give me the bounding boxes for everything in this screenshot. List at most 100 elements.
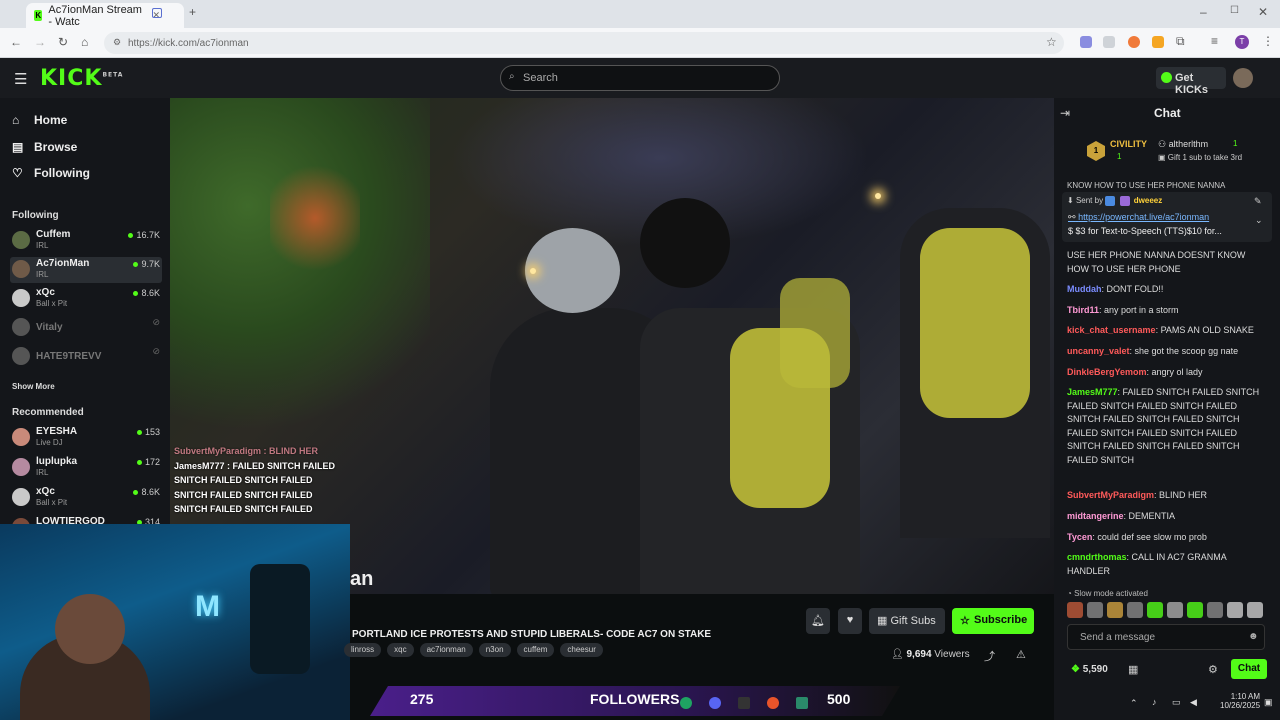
unpin-icon[interactable]: ✎ — [1254, 196, 1262, 207]
chat-message[interactable]: midtangerine: DEMENTIA — [1067, 510, 1267, 524]
system-clock[interactable]: 1:10 AM 10/26/2025 — [1220, 692, 1260, 710]
chat-username[interactable]: cmndrthomas — [1067, 552, 1127, 562]
sidebar-item-home[interactable]: ⌂ Home — [12, 113, 67, 127]
network-icon[interactable]: ▭ — [1172, 697, 1181, 708]
video-player[interactable]: SubvertMyParadigm : BLIND HER JamesM777 … — [170, 98, 1054, 594]
volume-icon[interactable]: ◀ — [1190, 697, 1197, 708]
site-info-icon[interactable]: ⚙ — [113, 37, 121, 48]
emote-icon[interactable] — [1067, 602, 1083, 618]
window-close-icon[interactable]: ✕ — [1258, 5, 1268, 19]
chat-message[interactable]: uncanny_valet: she got the scoop gg nate — [1067, 345, 1267, 359]
emote-picker-icon[interactable]: ☻ — [1248, 631, 1259, 642]
follow-button[interactable]: ♥ — [838, 608, 862, 634]
chat-message[interactable]: cmndrthomas: CALL IN AC7 GRANMA HANDLER — [1067, 551, 1267, 578]
user-avatar[interactable] — [1233, 68, 1253, 88]
sidebar-channel-recommended[interactable]: luplupka IRL 172 — [10, 455, 162, 481]
chat-username[interactable]: Tbird11 — [1067, 305, 1099, 315]
chat-message[interactable]: kick_chat_username: PAMS AN OLD SNAKE — [1067, 324, 1267, 338]
emote-icon[interactable] — [1187, 602, 1203, 618]
sidebar-channel-following[interactable]: xQc Ball x Pit 8.6K — [10, 286, 162, 312]
chat-message[interactable]: SubvertMyParadigm: BLIND HER — [1067, 489, 1267, 503]
metamask-icon[interactable] — [1152, 36, 1164, 48]
emote-icon[interactable] — [1247, 602, 1263, 618]
sidebar-channel-following[interactable]: HATE9TREVV ⊘ — [10, 344, 162, 370]
extensions-puzzle-icon[interactable]: ⧉ — [1176, 34, 1185, 49]
reading-list-icon[interactable]: ≡ — [1211, 34, 1218, 48]
kick-logo[interactable]: KICKBETA — [40, 66, 123, 91]
microphone-icon[interactable]: ♪ — [1152, 697, 1157, 707]
sidebar-channel-recommended[interactable]: xQc Ball x Pit 8.6K — [10, 485, 162, 511]
stream-tag[interactable]: xqc — [387, 643, 414, 657]
app-taskbar-icon[interactable] — [767, 697, 779, 709]
extension-icon[interactable] — [1128, 36, 1140, 48]
new-tab-icon[interactable]: + — [189, 5, 196, 19]
sidebar-item-following[interactable]: ♡ Following — [12, 166, 90, 180]
chat-username[interactable]: midtangerine — [1067, 511, 1124, 521]
chat-message[interactable]: USE HER PHONE NANNA DOESNT KNOW HOW TO U… — [1067, 249, 1267, 276]
emote-icon[interactable] — [1227, 602, 1243, 618]
gear-icon[interactable]: ⚙ — [1208, 663, 1218, 676]
minimize-icon[interactable]: – — [1200, 5, 1207, 19]
home-browser-icon[interactable]: ⌂ — [81, 35, 88, 49]
extension-icon[interactable] — [1080, 36, 1092, 48]
emote-icon[interactable] — [1127, 602, 1143, 618]
subscribe-button[interactable]: ☆ Subscribe — [952, 608, 1034, 634]
gift-sub-prompt[interactable]: ▣ Gift 1 sub to take 3rd — [1158, 153, 1242, 162]
emote-icon[interactable] — [1167, 602, 1183, 618]
discord-taskbar-icon[interactable] — [709, 697, 721, 709]
calendar-icon[interactable]: ▦ — [1128, 663, 1138, 676]
chat-message[interactable]: Tycen: could def see slow mo prob — [1067, 531, 1267, 545]
chat-username[interactable]: Muddah — [1067, 284, 1102, 294]
stream-tag[interactable]: linross — [344, 643, 382, 657]
chat-message[interactable]: JamesM777: FAILED SNITCH FAILED SNITCH F… — [1067, 386, 1267, 468]
forward-icon[interactable]: → — [34, 35, 46, 49]
search-input[interactable]: ⌕ Search — [500, 65, 780, 91]
sidebar-channel-following[interactable]: Vitaly ⊘ — [10, 315, 162, 341]
stream-tag[interactable]: cuffem — [516, 643, 555, 657]
chat-username[interactable]: Tycen — [1067, 532, 1092, 542]
chevron-down-icon[interactable]: ⌄ — [1255, 215, 1263, 226]
chat-username[interactable]: kick_chat_username — [1067, 325, 1156, 335]
app-taskbar-icon[interactable] — [738, 697, 750, 709]
reload-icon[interactable]: ↻ — [58, 35, 68, 49]
gift-subs-button[interactable]: ▦ Gift Subs — [869, 608, 945, 634]
chat-username[interactable]: DinkleBergYemom — [1067, 367, 1147, 377]
tts-link[interactable]: ⚯ https://powerchat.live/ac7ionman — [1068, 212, 1209, 223]
emote-icon[interactable] — [1087, 602, 1103, 618]
stream-tag[interactable]: n3on — [478, 643, 511, 657]
chat-username[interactable]: SubvertMyParadigm — [1067, 490, 1154, 500]
sidebar-channel-recommended[interactable]: EYESHA Live DJ 153 — [10, 425, 162, 451]
back-icon[interactable]: ← — [10, 35, 22, 49]
tray-chevron-up-icon[interactable]: ⌃ — [1130, 698, 1138, 709]
get-kicks-button[interactable]: Get KICKs — [1156, 67, 1226, 96]
emote-icon[interactable] — [1107, 602, 1123, 618]
hamburger-menu-icon[interactable]: ☰ — [14, 70, 27, 88]
show-more-link[interactable]: Show More — [12, 382, 55, 391]
emote-icon[interactable] — [1207, 602, 1223, 618]
maximize-icon[interactable]: ☐ — [1230, 5, 1239, 16]
tab-audio-icon[interactable] — [152, 8, 162, 18]
address-bar[interactable]: ⚙ https://kick.com/ac7ionman — [104, 32, 1064, 54]
chat-message[interactable]: DinkleBergYemom: angry ol lady — [1067, 366, 1267, 380]
extension-icon[interactable] — [1103, 36, 1115, 48]
collapse-chat-icon[interactable]: ⇥ — [1060, 106, 1070, 120]
bookmark-star-icon[interactable]: ☆ — [1046, 35, 1057, 49]
stream-tag[interactable]: cheesur — [560, 643, 603, 657]
app-taskbar-icon[interactable] — [796, 697, 808, 709]
chrome-taskbar-icon[interactable] — [680, 697, 692, 709]
channel-points[interactable]: ❖ 5,590 — [1071, 664, 1108, 675]
chat-message[interactable]: Muddah: DONT FOLD!! — [1067, 283, 1267, 297]
emote-icon[interactable] — [1147, 602, 1163, 618]
browser-menu-icon[interactable]: ⋮ — [1262, 34, 1274, 48]
sidebar-channel-following[interactable]: Cuffem IRL 16.7K — [10, 228, 162, 254]
notification-bell-button[interactable]: 🔔︎ — [806, 608, 830, 634]
notification-icon[interactable]: ▣ — [1264, 697, 1273, 708]
share-icon[interactable]: ⤴ — [984, 648, 995, 664]
chat-username[interactable]: uncanny_valet — [1067, 346, 1130, 356]
chat-username[interactable]: JamesM777 — [1067, 387, 1118, 397]
chat-message[interactable]: Tbird11: any port in a storm — [1067, 304, 1267, 318]
report-icon[interactable]: ⚠ — [1016, 648, 1026, 661]
sidebar-channel-following[interactable]: Ac7ionMan IRL 9.7K — [10, 257, 162, 283]
send-chat-button[interactable]: Chat — [1231, 659, 1267, 679]
chat-message-input[interactable]: Send a message ☻ — [1067, 624, 1265, 650]
